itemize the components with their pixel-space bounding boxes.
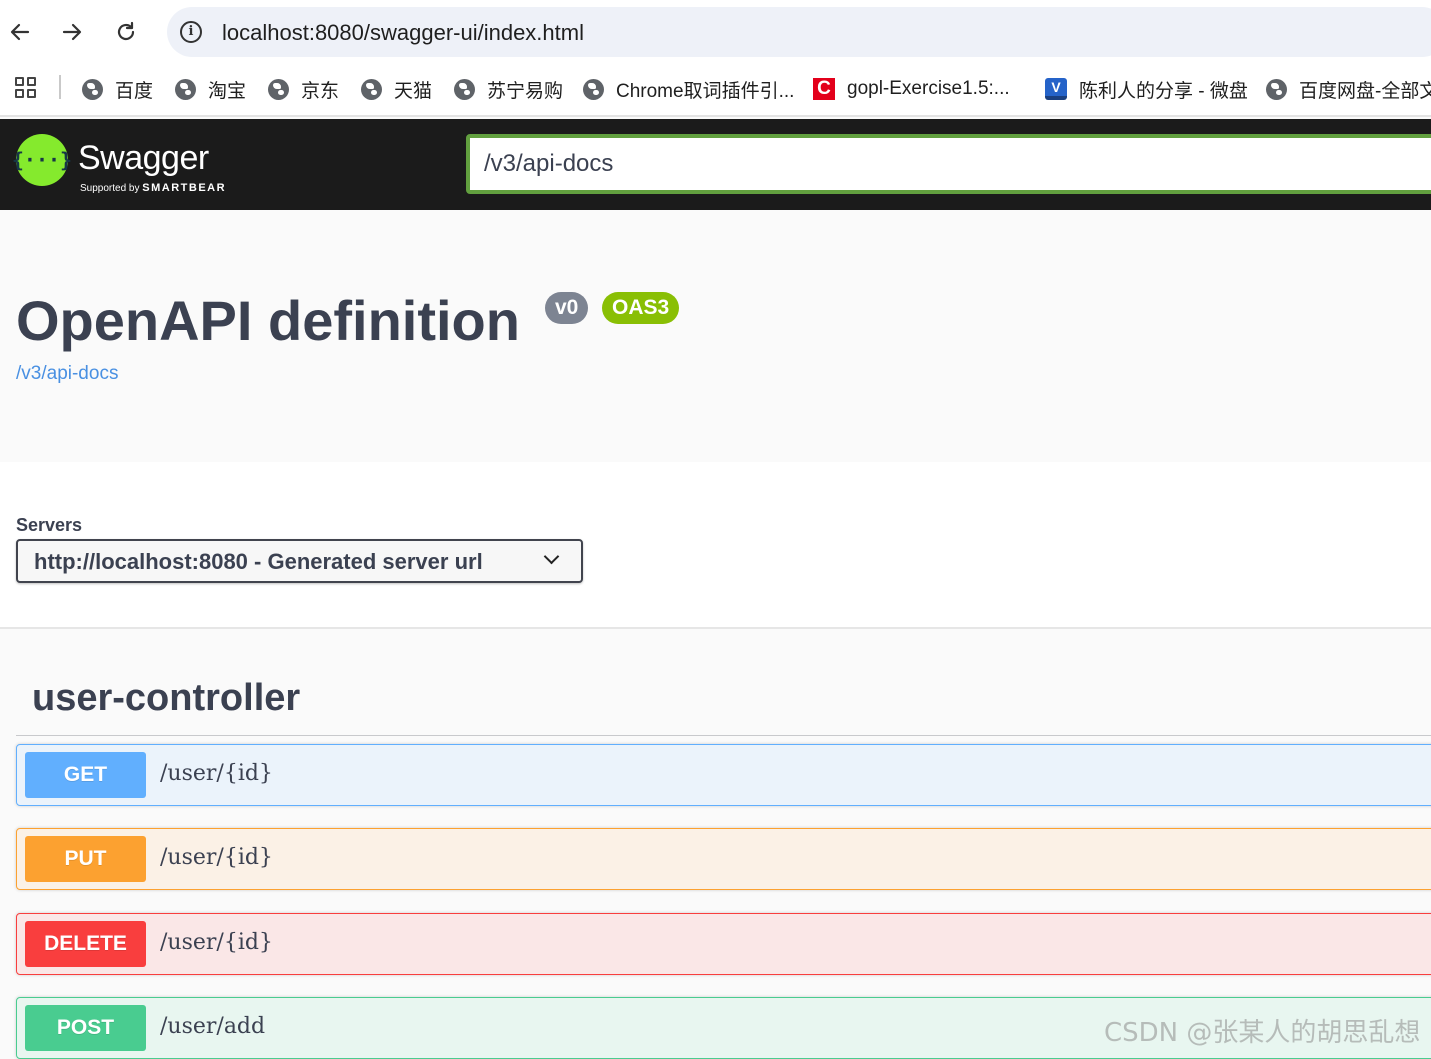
- spec-link[interactable]: /v3/api-docs: [16, 363, 118, 385]
- servers-label: Servers: [16, 515, 83, 535]
- version-badge: v0: [545, 292, 589, 324]
- swagger-logo-icon[interactable]: {···}: [12, 134, 72, 186]
- logo-sub-prefix: Supported by: [80, 183, 140, 194]
- bookmark-label: 天猫: [394, 80, 433, 102]
- globe-icon: [361, 78, 382, 100]
- bookmark-baidu[interactable]: 百度: [82, 76, 153, 102]
- bookmark-label: 京东: [301, 80, 340, 102]
- operation-path: /user/{id}: [160, 761, 273, 786]
- globe-icon: [175, 78, 196, 100]
- method-badge: PUT: [25, 836, 146, 882]
- opblock-delete-user[interactable]: DELETE /user/{id}: [16, 913, 1431, 975]
- browser-toolbar: i localhost:8080/swagger-ui/index.html: [0, 0, 1431, 64]
- watermark: CSDN @张某人的胡思乱想: [1104, 1018, 1421, 1048]
- bookmark-label: 百度网盘-全部文: [1299, 80, 1431, 102]
- site-info-icon[interactable]: i: [180, 21, 202, 43]
- logo-sub-brand: SMARTBEAR: [142, 182, 227, 194]
- chevron-down-icon: [543, 548, 560, 565]
- info-section: OpenAPI definition v0 OAS3 /v3/api-docs: [0, 210, 1431, 462]
- servers-select[interactable]: http://localhost:8080 - Generated server…: [16, 539, 583, 583]
- reload-icon[interactable]: [108, 14, 144, 50]
- bookmark-taobao[interactable]: 淘宝: [175, 76, 246, 102]
- operation-path: /user/{id}: [160, 930, 273, 955]
- operation-path: /user/{id}: [160, 845, 273, 870]
- bookmark-label: gopl-Exercise1.5:...: [847, 78, 1010, 99]
- bookmark-label: Chrome取词插件引...: [616, 80, 795, 102]
- bookmark-label: 苏宁易购: [487, 80, 564, 102]
- globe-icon: [82, 78, 103, 100]
- globe-icon: [268, 78, 289, 100]
- operation-path: /user/add: [160, 1014, 266, 1039]
- swagger-topbar: {···} Swagger Supported by SMARTBEAR /v3…: [0, 119, 1431, 210]
- bookmark-tmall[interactable]: 天猫: [361, 76, 432, 102]
- operations-section: user-controller GET /user/{id} PUT /user…: [0, 629, 1431, 1059]
- url-text[interactable]: localhost:8080/swagger-ui/index.html: [222, 20, 584, 46]
- weipan-icon: V: [1045, 78, 1067, 100]
- bookmark-gopl[interactable]: Cgopl-Exercise1.5:...: [813, 76, 1010, 102]
- method-badge: GET: [25, 752, 146, 798]
- logo-name[interactable]: Swagger: [78, 139, 209, 178]
- csdn-icon: C: [813, 78, 835, 100]
- forward-arrow-icon[interactable]: [54, 14, 90, 50]
- servers-selected-value: http://localhost:8080 - Generated server…: [34, 549, 483, 574]
- bookmark-label: 陈利人的分享 - 微盘: [1079, 80, 1248, 102]
- address-bar[interactable]: i localhost:8080/swagger-ui/index.html: [167, 7, 1431, 57]
- oas-badge: OAS3: [602, 292, 680, 324]
- bookmark-chrome-plugin[interactable]: Chrome取词插件引...: [583, 76, 794, 102]
- bookmark-jd[interactable]: 京东: [268, 76, 339, 102]
- logo-subtitle: Supported by SMARTBEAR: [80, 182, 226, 194]
- servers-section: Servers http://localhost:8080 - Generate…: [0, 462, 1431, 629]
- back-arrow-icon[interactable]: [2, 14, 38, 50]
- tag-divider: [16, 735, 1431, 736]
- bookmark-weipan[interactable]: V 陈利人的分享 - 微盘: [1045, 76, 1248, 102]
- globe-icon: [454, 78, 475, 100]
- method-badge: DELETE: [25, 921, 146, 967]
- bookmark-baidu-pan[interactable]: 百度网盘-全部文: [1266, 76, 1431, 102]
- bookmark-label: 淘宝: [208, 80, 247, 102]
- opblock-get-user[interactable]: GET /user/{id}: [16, 744, 1431, 806]
- bookmarks-separator: [59, 75, 61, 99]
- bookmark-suning[interactable]: 苏宁易购: [454, 76, 563, 102]
- apps-grid-icon[interactable]: [15, 77, 37, 99]
- bookmark-label: 百度: [115, 80, 154, 102]
- method-badge: POST: [25, 1005, 146, 1051]
- globe-icon: [583, 78, 604, 100]
- tag-title[interactable]: user-controller: [32, 677, 300, 720]
- page-title: OpenAPI definition: [16, 289, 520, 352]
- opblock-put-user[interactable]: PUT /user/{id}: [16, 828, 1431, 890]
- globe-icon: [1266, 78, 1287, 100]
- bookmarks-bar: 百度 淘宝 京东 天猫 苏宁易购 Chrome取词插件引... Cgopl-Ex…: [0, 64, 1431, 117]
- spec-url-input[interactable]: /v3/api-docs: [466, 134, 1431, 194]
